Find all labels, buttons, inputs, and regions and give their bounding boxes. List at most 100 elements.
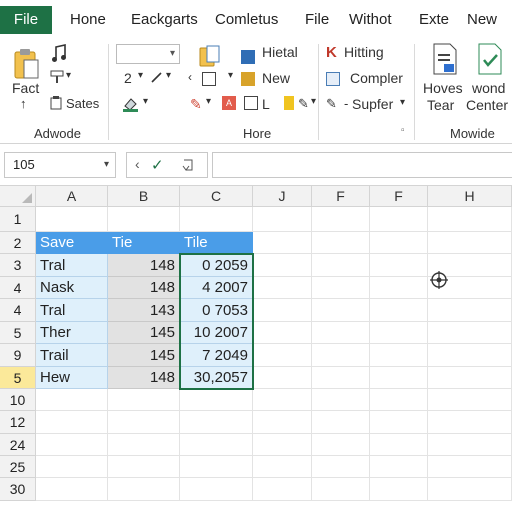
- l-label[interactable]: L: [262, 96, 270, 112]
- cell[interactable]: [428, 344, 512, 367]
- font-size-value[interactable]: 2: [124, 70, 132, 86]
- clipboard-icon[interactable]: [50, 96, 62, 110]
- font-color-icon[interactable]: A: [222, 96, 236, 110]
- pencil-icon[interactable]: ✎: [326, 96, 337, 112]
- tab-eackgarts[interactable]: Eackgarts: [131, 11, 198, 28]
- cell[interactable]: [370, 277, 428, 299]
- cell[interactable]: [253, 367, 312, 389]
- cell[interactable]: [312, 456, 370, 478]
- chevron-down-icon[interactable]: ▾: [138, 70, 143, 81]
- cell[interactable]: [253, 344, 312, 367]
- column-header[interactable]: J: [253, 186, 312, 207]
- cell[interactable]: [312, 232, 370, 254]
- row-header[interactable]: 10: [0, 389, 36, 411]
- cell[interactable]: [370, 389, 428, 411]
- hitting-label[interactable]: Hitting: [344, 44, 384, 60]
- highlight-icon[interactable]: [284, 96, 294, 110]
- cell[interactable]: [36, 207, 108, 232]
- chevron-down-icon[interactable]: ▾: [166, 70, 171, 81]
- table-cell[interactable]: Trail: [36, 344, 108, 367]
- compler-label[interactable]: Compler: [350, 70, 403, 86]
- chevron-left-icon[interactable]: ‹: [188, 70, 192, 84]
- table-cell[interactable]: 148: [108, 367, 180, 389]
- pen-icon[interactable]: [150, 70, 164, 84]
- table-cell[interactable]: 148: [108, 254, 180, 277]
- cell[interactable]: [370, 434, 428, 456]
- row-header[interactable]: 25: [0, 456, 36, 478]
- table-icon[interactable]: [244, 96, 258, 110]
- row-header[interactable]: 30: [0, 478, 36, 501]
- font-name-combo[interactable]: ▾: [116, 44, 180, 64]
- cell[interactable]: [180, 456, 253, 478]
- check-icon[interactable]: ✓: [151, 156, 164, 174]
- insert-icon[interactable]: [241, 50, 255, 64]
- cell[interactable]: [312, 299, 370, 322]
- tab-home[interactable]: Hone: [70, 11, 106, 28]
- cell[interactable]: [36, 389, 108, 411]
- cell[interactable]: [428, 411, 512, 434]
- cell[interactable]: [36, 434, 108, 456]
- new-label[interactable]: New: [262, 70, 290, 86]
- cell[interactable]: [370, 232, 428, 254]
- table-cell[interactable]: 145: [108, 344, 180, 367]
- new-icon[interactable]: [241, 72, 255, 86]
- cell[interactable]: [253, 207, 312, 232]
- cell[interactable]: [370, 367, 428, 389]
- select-all-corner[interactable]: [0, 186, 36, 207]
- cell[interactable]: [180, 207, 253, 232]
- cell[interactable]: [428, 389, 512, 411]
- column-header[interactable]: B: [108, 186, 180, 207]
- cell[interactable]: [370, 411, 428, 434]
- table-cell[interactable]: Hew: [36, 367, 108, 389]
- table-cell[interactable]: Ther: [36, 322, 108, 344]
- cell[interactable]: [180, 411, 253, 434]
- chevron-left-icon[interactable]: ‹: [135, 156, 140, 172]
- cell[interactable]: [253, 232, 312, 254]
- tab-withot[interactable]: Withot: [349, 11, 392, 28]
- cell[interactable]: [428, 207, 512, 232]
- chevron-down-icon[interactable]: ▾: [311, 96, 316, 107]
- table-cell[interactable]: 10 2007: [180, 322, 253, 344]
- brush-icon[interactable]: ✎: [190, 96, 202, 113]
- column-header[interactable]: A: [36, 186, 108, 207]
- cell[interactable]: [253, 478, 312, 501]
- check-document-icon[interactable]: [476, 42, 504, 76]
- tab-new[interactable]: New: [467, 11, 497, 28]
- table-cell[interactable]: Tral: [36, 299, 108, 322]
- table-cell[interactable]: 0 7053: [180, 299, 253, 322]
- chevron-down-icon[interactable]: ▾: [66, 70, 71, 81]
- table-cell[interactable]: Nask: [36, 277, 108, 299]
- row-header[interactable]: 1: [0, 207, 36, 232]
- cell[interactable]: [428, 367, 512, 389]
- chevron-down-icon[interactable]: ▾: [228, 70, 233, 81]
- cell[interactable]: [312, 434, 370, 456]
- column-header[interactable]: F: [370, 186, 428, 207]
- row-header[interactable]: 5: [0, 367, 36, 389]
- cell[interactable]: [253, 254, 312, 277]
- format-table-icon[interactable]: [326, 72, 340, 86]
- tab-file[interactable]: File: [0, 6, 52, 34]
- tear-label[interactable]: Tear: [427, 97, 454, 113]
- document-icon[interactable]: [430, 42, 460, 76]
- cell[interactable]: [108, 411, 180, 434]
- table-cell[interactable]: Tral: [36, 254, 108, 277]
- column-header[interactable]: F: [312, 186, 370, 207]
- hietal-label[interactable]: Hietal: [262, 44, 298, 60]
- tab-comletus[interactable]: Comletus: [215, 11, 278, 28]
- chevron-down-icon[interactable]: ▾: [400, 97, 405, 108]
- cell[interactable]: [312, 344, 370, 367]
- cell[interactable]: [36, 478, 108, 501]
- wond-label[interactable]: wond: [472, 80, 505, 96]
- cell[interactable]: [36, 411, 108, 434]
- name-box[interactable]: 105 ▾: [4, 152, 116, 178]
- cell[interactable]: [428, 456, 512, 478]
- cell[interactable]: [370, 322, 428, 344]
- cell[interactable]: [312, 411, 370, 434]
- cell[interactable]: [370, 456, 428, 478]
- hoves-label[interactable]: Hoves: [423, 80, 463, 96]
- cell[interactable]: [253, 277, 312, 299]
- cell[interactable]: [312, 478, 370, 501]
- cell[interactable]: [428, 434, 512, 456]
- paste-icon[interactable]: [12, 46, 40, 80]
- table-cell[interactable]: 30,2057: [180, 367, 253, 389]
